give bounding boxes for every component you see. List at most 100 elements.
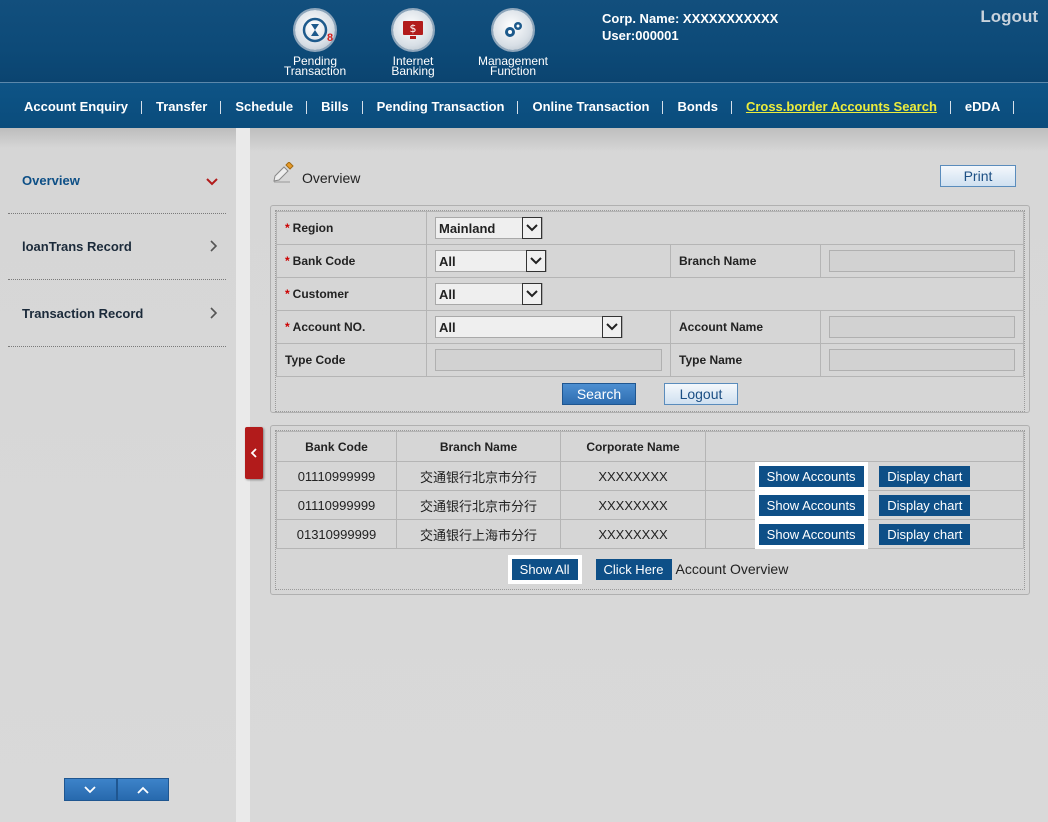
sidebar-item-label: Overview bbox=[22, 173, 80, 188]
pending-label-2: Transaction bbox=[283, 64, 347, 78]
cell-actions: Show Accounts Display chart bbox=[705, 490, 1024, 520]
nav-cross-border-accounts-search[interactable]: Cross.border Accounts Search bbox=[732, 99, 951, 114]
form-logout-button[interactable]: Logout bbox=[664, 383, 738, 405]
table-row: 01110999999 交通银行北京市分行 XXXXXXXX Show Acco… bbox=[276, 461, 1024, 491]
chevron-down-icon bbox=[526, 250, 546, 272]
sidebar-item-overview[interactable]: Overview bbox=[8, 148, 226, 214]
sidebar-item-label: loanTrans Record bbox=[22, 239, 132, 254]
form-actions: Search Logout bbox=[276, 377, 1024, 411]
results-panel: Bank Code Branch Name Corporate Name 011… bbox=[270, 425, 1030, 595]
cell-corporate-name: XXXXXXXX bbox=[560, 519, 706, 549]
cell-branch-name: 交通银行北京市分行 bbox=[396, 461, 561, 491]
pending-count-badge: 8 bbox=[327, 32, 334, 44]
region-value: Mainland bbox=[439, 220, 496, 236]
nav-edda[interactable]: eDDA bbox=[951, 99, 1015, 114]
table-row: 01110999999 交通银行北京市分行 XXXXXXXX Show Acco… bbox=[276, 490, 1024, 520]
user-info: Corp. Name: XXXXXXXXXXX User:000001 bbox=[602, 10, 778, 44]
col-actions bbox=[705, 431, 1024, 462]
search-button[interactable]: Search bbox=[562, 383, 636, 405]
cell-bank-code: 01110999999 bbox=[276, 461, 397, 491]
bank-code-select[interactable]: All bbox=[435, 250, 547, 272]
pencil-note-icon bbox=[273, 162, 294, 183]
main-nav: Account Enquiry Transfer Schedule Bills … bbox=[0, 82, 1048, 128]
account-name-field bbox=[829, 316, 1015, 338]
cell-branch-name: 交通银行北京市分行 bbox=[396, 490, 561, 520]
account-no-select[interactable]: All bbox=[435, 316, 623, 338]
table-row: 01310999999 交通银行上海市分行 XXXXXXXX Show Acco… bbox=[276, 519, 1024, 549]
print-button[interactable]: Print bbox=[940, 165, 1016, 187]
internet-label-2: Banking bbox=[391, 64, 435, 78]
type-code-label: Type Code bbox=[276, 343, 427, 377]
gears-icon bbox=[493, 10, 533, 50]
header: 8 Pending Transaction $ Internet Banking M… bbox=[0, 0, 1048, 82]
chevron-down-icon bbox=[206, 173, 218, 189]
chevron-right-icon bbox=[210, 239, 218, 255]
show-accounts-button[interactable]: Show Accounts bbox=[758, 494, 864, 516]
management-function-button[interactable]: Management Function bbox=[473, 10, 553, 78]
page-title-text: Overview bbox=[302, 170, 361, 186]
nav-online-transaction[interactable]: Online Transaction bbox=[518, 99, 664, 114]
customer-label: * Customer bbox=[276, 277, 427, 311]
management-label-2: Function bbox=[489, 64, 537, 78]
customer-value: All bbox=[439, 286, 456, 302]
collapse-sidebar-button[interactable] bbox=[245, 427, 263, 479]
display-chart-button[interactable]: Display chart bbox=[879, 523, 971, 545]
click-here-button[interactable]: Click Here bbox=[595, 558, 672, 580]
chevron-down-icon bbox=[522, 217, 542, 239]
nav-account-enquiry[interactable]: Account Enquiry bbox=[10, 99, 143, 114]
pending-transaction-button[interactable]: 8 Pending Transaction bbox=[275, 10, 355, 78]
page-title: Overview bbox=[272, 162, 360, 186]
display-chart-button[interactable]: Display chart bbox=[879, 494, 971, 516]
results-table: Bank Code Branch Name Corporate Name 011… bbox=[276, 431, 1024, 549]
cell-actions: Show Accounts Display chart bbox=[705, 461, 1024, 491]
show-accounts-button[interactable]: Show Accounts bbox=[758, 523, 864, 545]
chevron-down-icon bbox=[522, 283, 542, 305]
bank-code-label: * Bank Code bbox=[276, 244, 427, 278]
cell-actions: Show Accounts Display chart bbox=[705, 519, 1024, 549]
scroll-up-button[interactable] bbox=[116, 778, 169, 801]
col-corporate-name: Corporate Name bbox=[560, 431, 706, 462]
branch-name-field bbox=[829, 250, 1015, 272]
account-no-label: * Account NO. bbox=[276, 310, 427, 344]
region-select[interactable]: Mainland bbox=[435, 217, 543, 239]
chevron-right-icon bbox=[210, 306, 218, 322]
chevron-left-icon bbox=[250, 448, 257, 458]
cell-branch-name: 交通银行上海市分行 bbox=[396, 519, 561, 549]
branch-name-label: Branch Name bbox=[670, 244, 821, 278]
col-bank-code: Bank Code bbox=[276, 431, 397, 462]
header-logout-link[interactable]: Logout bbox=[980, 7, 1038, 27]
show-accounts-button[interactable]: Show Accounts bbox=[758, 465, 864, 487]
col-branch-name: Branch Name bbox=[396, 431, 561, 462]
sidebar-item-label: Transaction Record bbox=[22, 306, 144, 321]
account-no-value: All bbox=[439, 319, 456, 335]
sidebar-item-transaction-record[interactable]: Transaction Record bbox=[8, 281, 226, 347]
user-id: User:000001 bbox=[602, 28, 679, 43]
nav-schedule[interactable]: Schedule bbox=[221, 99, 307, 114]
account-name-label: Account Name bbox=[670, 310, 821, 344]
account-overview-label: Account Overview bbox=[675, 561, 789, 577]
type-name-field bbox=[829, 349, 1015, 371]
bank-code-value: All bbox=[439, 253, 456, 269]
nav-pending-transaction[interactable]: Pending Transaction bbox=[363, 99, 519, 114]
sidebar-pager bbox=[64, 778, 169, 801]
region-label: * Region bbox=[276, 211, 427, 245]
scroll-down-button[interactable] bbox=[64, 778, 117, 801]
cell-corporate-name: XXXXXXXX bbox=[560, 490, 706, 520]
monitor-dollar-icon: $ bbox=[393, 10, 433, 50]
nav-bonds[interactable]: Bonds bbox=[663, 99, 733, 114]
display-chart-button[interactable]: Display chart bbox=[879, 465, 971, 487]
search-form: * Region Mainland * Bank Code All Branch N bbox=[276, 211, 1024, 377]
search-panel: * Region Mainland * Bank Code All Branch N bbox=[270, 205, 1030, 413]
nav-transfer[interactable]: Transfer bbox=[142, 99, 222, 114]
internet-banking-button[interactable]: $ Internet Banking bbox=[373, 10, 453, 78]
svg-text:$: $ bbox=[410, 22, 417, 35]
cell-bank-code: 01110999999 bbox=[276, 490, 397, 520]
chevron-down-icon bbox=[602, 316, 622, 338]
show-all-button[interactable]: Show All bbox=[511, 558, 578, 580]
results-footer: Show All Click Here Account Overview bbox=[276, 549, 1024, 589]
cell-bank-code: 01310999999 bbox=[276, 519, 397, 549]
customer-select[interactable]: All bbox=[435, 283, 543, 305]
sidebar-item-loantrans-record[interactable]: loanTrans Record bbox=[8, 214, 226, 280]
nav-bills[interactable]: Bills bbox=[307, 99, 364, 114]
type-name-label: Type Name bbox=[670, 343, 821, 377]
